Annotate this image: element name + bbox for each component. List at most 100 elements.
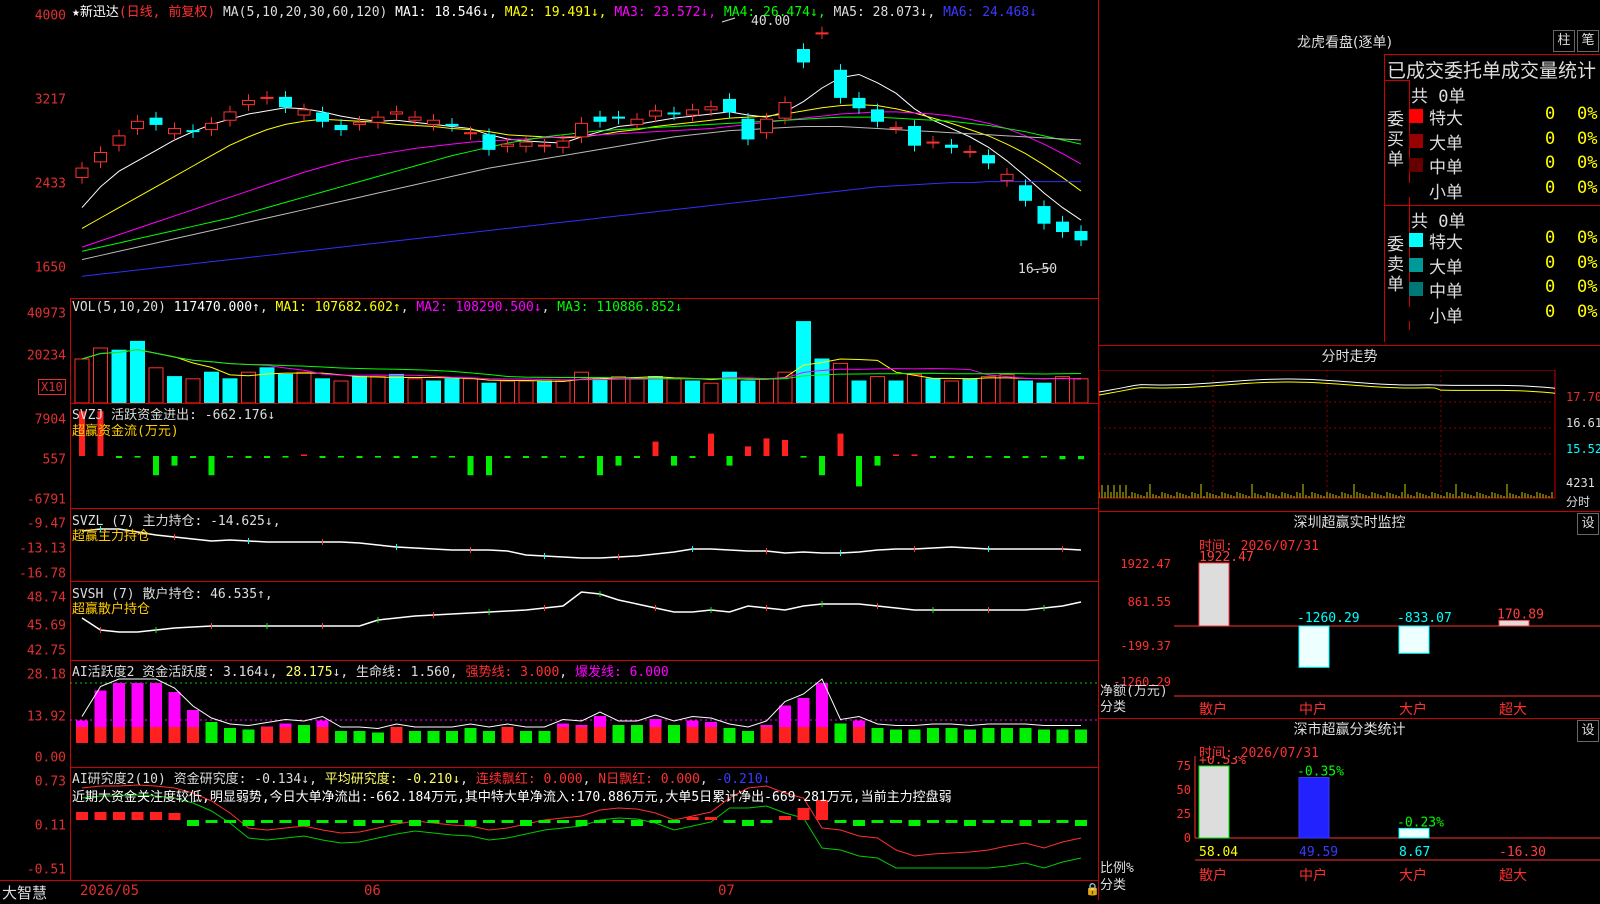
fund-flow-bar bbox=[245, 456, 252, 458]
activity-bar bbox=[742, 731, 754, 743]
activity-bar bbox=[668, 725, 680, 743]
research-bar bbox=[853, 820, 865, 826]
activity-bar bbox=[168, 692, 181, 727]
ma-legend-item: MA5: 28.073↓, bbox=[825, 5, 936, 20]
candle-body bbox=[1037, 206, 1051, 224]
ai2-burst: 爆发线: 6.000 bbox=[574, 665, 669, 680]
activity-bar bbox=[150, 683, 162, 727]
candle-body bbox=[353, 121, 366, 125]
order-pct: 0% bbox=[1577, 228, 1598, 248]
activity-bar bbox=[853, 727, 865, 743]
candle-body bbox=[149, 117, 163, 125]
order-stat-row: 大单 0 0% bbox=[1405, 129, 1600, 154]
activity-bar bbox=[853, 720, 865, 727]
research-bar bbox=[150, 812, 162, 820]
activity-bar bbox=[575, 725, 588, 727]
order-count: 0 bbox=[1545, 228, 1556, 248]
research-bar bbox=[723, 820, 736, 823]
activity-bar bbox=[982, 728, 995, 743]
monitor-value: 1922.47 bbox=[1199, 550, 1254, 565]
research-bar bbox=[335, 820, 347, 823]
price-tick: 3217 bbox=[34, 92, 66, 108]
date-tick: 2026/05 bbox=[80, 883, 140, 899]
candle-body bbox=[797, 49, 810, 63]
kline-chart[interactable] bbox=[70, 0, 1098, 298]
order-size-label: 小单 bbox=[1429, 182, 1463, 203]
star-icon[interactable]: ★ bbox=[72, 5, 80, 20]
fund-flow-bar bbox=[856, 456, 862, 487]
research-bar bbox=[113, 812, 125, 820]
activity-bar bbox=[464, 728, 477, 743]
activity-bar bbox=[409, 731, 421, 743]
fund-flow-bar bbox=[578, 456, 585, 458]
volume-bar bbox=[444, 378, 460, 404]
fund-flow-bar bbox=[745, 446, 751, 456]
activity-bar bbox=[353, 731, 366, 743]
monitor-category: 超大 bbox=[1499, 702, 1527, 718]
candle-body bbox=[889, 127, 903, 130]
volume-bar bbox=[518, 380, 534, 404]
candle-body bbox=[649, 110, 662, 117]
classify-settings-button[interactable]: 设 bbox=[1577, 720, 1599, 742]
svzj-axis: 7904 557 -6791 bbox=[0, 404, 71, 508]
fund-flow-bar bbox=[652, 441, 659, 456]
research-bar bbox=[483, 820, 495, 823]
ai2-tick: 13.92 bbox=[26, 709, 66, 725]
activity-bar bbox=[594, 727, 606, 743]
monitor-settings-button[interactable]: 设 bbox=[1577, 513, 1599, 535]
fund-flow-bar bbox=[541, 456, 548, 458]
research-title: AI研究度2(10) 资金研究度: -0.134↓ bbox=[72, 772, 310, 787]
activity-bar bbox=[261, 726, 273, 727]
divider bbox=[1409, 205, 1600, 206]
research-bar bbox=[187, 820, 199, 826]
volume-bar bbox=[204, 371, 219, 404]
tick-mode-button[interactable]: 笔 bbox=[1577, 30, 1599, 52]
research-bar bbox=[908, 820, 921, 826]
research-bar bbox=[501, 820, 514, 823]
activity-bar bbox=[686, 720, 699, 727]
activity-bar bbox=[113, 683, 125, 727]
monitor-tick: 861.55 bbox=[1128, 595, 1171, 609]
bar-mode-button[interactable]: 柱 bbox=[1553, 30, 1575, 52]
candle-body bbox=[316, 112, 329, 122]
longhu-tab-bar[interactable]: 已成交委托单成交量统计 bbox=[1384, 54, 1600, 83]
longhu-tabs[interactable]: 已成交委托单成交量统计 bbox=[1387, 56, 1596, 83]
research-tick: 0.11 bbox=[34, 818, 66, 834]
monitor-category: 中户 bbox=[1299, 701, 1327, 718]
classify-tick: 25 bbox=[1177, 807, 1191, 821]
monitor-tick: 1922.47 bbox=[1120, 557, 1171, 571]
monitor-bar bbox=[1198, 562, 1230, 627]
volume-bar bbox=[111, 349, 127, 404]
vol-ma3: MA3: 110886.852↓ bbox=[557, 300, 683, 315]
candle-body bbox=[723, 98, 736, 113]
activity-bar bbox=[631, 725, 643, 743]
candle-body bbox=[501, 143, 514, 147]
intraday-tick: 15.52 bbox=[1566, 442, 1600, 456]
order-pct: 0% bbox=[1577, 252, 1598, 273]
price-tick: 4000 bbox=[34, 8, 66, 24]
monitor-value: 170.89 bbox=[1497, 607, 1544, 622]
kline-pane[interactable] bbox=[70, 0, 1098, 298]
activity-bar bbox=[816, 683, 828, 727]
candle-body bbox=[260, 96, 274, 99]
fund-flow-bar bbox=[449, 456, 455, 458]
svzj-tick: 7904 bbox=[34, 412, 66, 428]
activity-bar bbox=[94, 727, 107, 743]
activity-bar bbox=[427, 731, 440, 743]
buy-side-label: 委买单 bbox=[1387, 110, 1404, 170]
low-price-label: 16.50 bbox=[1018, 262, 1058, 277]
period-label[interactable]: (日线, 前复权) bbox=[119, 5, 215, 20]
volume-bar bbox=[1073, 378, 1089, 404]
volume-bar bbox=[999, 373, 1015, 404]
volume-bar bbox=[685, 380, 700, 404]
volume-bar bbox=[666, 378, 682, 404]
date-axis: 大智慧 2026/05 06 07 🔒 bbox=[0, 880, 1100, 902]
candle-body bbox=[538, 144, 551, 147]
intraday-pane[interactable] bbox=[1098, 369, 1600, 510]
monitor-value: -1260.29 bbox=[1297, 611, 1360, 626]
vol-ma2: MA2: 108290.500↓ bbox=[416, 300, 542, 315]
fund-flow-bar bbox=[893, 454, 899, 456]
activity-bar bbox=[168, 727, 181, 743]
candle-body bbox=[630, 118, 644, 125]
ai2-title: AI活跃度2 资金活跃度: 3.164↓ bbox=[72, 665, 270, 680]
